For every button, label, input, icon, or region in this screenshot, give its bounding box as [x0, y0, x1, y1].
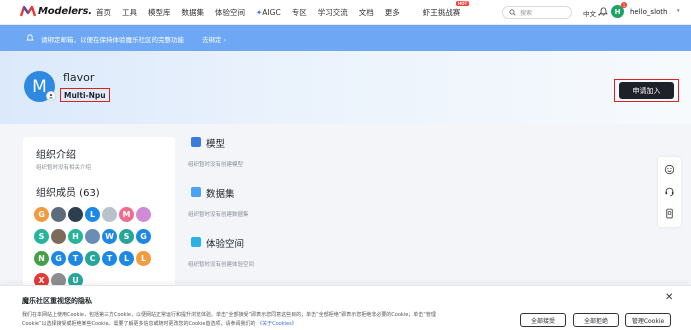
nav-aigc[interactable]: ✦AIGC: [256, 8, 281, 17]
user-icon: [48, 93, 54, 99]
nav-challenge[interactable]: 虾王挑战赛 HOT: [422, 1, 470, 18]
nav-challenge-label: 虾王挑战赛: [422, 8, 461, 17]
section-title: 模型: [206, 139, 226, 150]
nav-spaces[interactable]: 体验空间: [215, 7, 245, 18]
bell-icon[interactable]: [599, 7, 608, 16]
accept-all-button[interactable]: 全部接受: [520, 313, 566, 327]
member-avatar[interactable]: [68, 207, 83, 222]
member-avatar[interactable]: L: [85, 207, 100, 222]
bind-email-link[interactable]: 去绑定 ›: [202, 34, 226, 44]
org-header: M flavor Multi-Npu 申请加入: [0, 51, 691, 124]
notice-text: 请绑定邮箱，以便在保持体验魔乐社区的完整功能: [41, 36, 184, 44]
member-avatar[interactable]: [85, 229, 100, 244]
nav-datasets[interactable]: 数据集: [182, 7, 205, 18]
member-avatar[interactable]: H: [68, 229, 83, 244]
close-icon[interactable]: ✕: [665, 292, 673, 303]
nav-more[interactable]: 更多: [385, 7, 400, 18]
manage-cookie-button[interactable]: 管理Cookie: [625, 313, 671, 327]
member-avatar[interactable]: T: [102, 251, 117, 266]
cookie-text-line1: 我们在本网站上使用Cookie，包括第三方Cookie，以便网站正常运行和提升浏…: [22, 312, 436, 318]
search-icon: [509, 9, 516, 16]
space-icon: [191, 237, 201, 247]
reject-all-button[interactable]: 全部拒绝: [573, 313, 619, 327]
section-empty-text: 组织暂时没有创建数据集: [188, 212, 249, 218]
member-avatar[interactable]: M: [119, 207, 134, 222]
member-list: GLMSHWSGNGTCTLLXU: [34, 207, 169, 295]
members-title: 组织成员 (63): [36, 188, 100, 199]
member-avatar[interactable]: T: [68, 251, 83, 266]
top-navbar: Modelers. 首页 工具 模型库 数据集 体验空间 ✦AIGC 专区 学习…: [0, 0, 691, 25]
nav-home[interactable]: 首页: [96, 7, 111, 18]
section-title: 数据集: [206, 189, 235, 200]
nav-models[interactable]: 模型库: [148, 7, 171, 18]
nav-zone[interactable]: 专区: [292, 7, 307, 18]
org-badge-icon: [46, 91, 56, 101]
section-empty-text: 组织暂时没有创建模型: [188, 162, 244, 168]
org-tag: Multi-Npu: [60, 88, 110, 102]
headset-icon[interactable]: [664, 186, 675, 197]
member-avatar[interactable]: [51, 207, 66, 222]
member-avatar[interactable]: [102, 207, 117, 222]
logo-text: Modelers.: [38, 5, 92, 17]
nav-learning[interactable]: 学习交流: [318, 7, 348, 18]
member-avatar[interactable]: [136, 207, 151, 222]
nav-docs[interactable]: 文档: [359, 7, 374, 18]
section-title: 体验空间: [206, 239, 245, 250]
smile-icon[interactable]: [664, 164, 675, 175]
chevron-down-icon[interactable]: ▾: [677, 8, 680, 14]
nav-tools[interactable]: 工具: [122, 7, 137, 18]
modelers-logo-icon: [20, 5, 36, 17]
cookie-policy-link[interactable]: 《关于Cookies》: [257, 321, 297, 327]
member-avatar[interactable]: C: [85, 251, 100, 266]
cookie-text-line2-body: Cookie”以选择接受或拒绝某些Cookie。需要了解更多信息或随时更改您的C…: [22, 321, 256, 327]
member-avatar[interactable]: N: [34, 251, 49, 266]
notice-banner: 请绑定邮箱，以便在保持体验魔乐社区的完整功能 去绑定 ›: [0, 25, 691, 51]
intro-empty: 组织暂时没有相关介绍: [36, 165, 92, 171]
hot-badge: HOT: [455, 1, 470, 6]
search-input[interactable]: 搜索: [502, 6, 572, 19]
member-avatar[interactable]: L: [136, 251, 151, 266]
bell-outline-icon: [26, 34, 34, 41]
member-avatar[interactable]: G: [51, 251, 66, 266]
floating-toolbar: [658, 157, 681, 227]
username[interactable]: hello_sloth: [630, 8, 667, 16]
org-name: flavor: [63, 71, 95, 84]
nav-aigc-label: AIGC: [262, 8, 281, 17]
section-empty-text: 组织暂时没有创建体验空间: [188, 262, 255, 268]
member-avatar[interactable]: L: [119, 251, 134, 266]
member-avatar[interactable]: G: [136, 229, 151, 244]
model-icon: [191, 137, 201, 147]
logo[interactable]: Modelers.: [20, 5, 92, 17]
mobile-icon[interactable]: [664, 208, 675, 219]
org-intro-card: 组织介绍 组织暂时没有相关介绍 组织成员 (63) GLMSHWSGNGTCTL…: [23, 137, 175, 297]
member-avatar[interactable]: W: [102, 229, 117, 244]
language-switch[interactable]: 中文 ▾: [583, 8, 600, 18]
join-button[interactable]: 申请加入: [619, 82, 674, 99]
language-label: 中文: [583, 10, 596, 18]
notification-badge: 1: [621, 2, 627, 8]
member-avatar[interactable]: S: [34, 229, 49, 244]
dataset-icon: [191, 187, 201, 197]
cookie-text-line2: Cookie”以选择接受或拒绝某些Cookie。需要了解更多信息或随时更改您的C…: [22, 320, 297, 327]
search-placeholder: 搜索: [520, 10, 533, 17]
member-avatar[interactable]: S: [119, 229, 134, 244]
cookie-consent-bar: 魔乐社区重视您的隐私 我们在本网站上使用Cookie，包括第三方Cookie，以…: [0, 285, 691, 330]
main-nav: 首页 工具 模型库 数据集 体验空间 ✦AIGC 专区 学习交流 文档 更多 虾…: [96, 0, 471, 25]
member-avatar[interactable]: G: [34, 207, 49, 222]
member-avatar[interactable]: [51, 229, 66, 244]
cookie-title: 魔乐社区重视您的隐私: [22, 297, 92, 305]
intro-title: 组织介绍: [36, 150, 76, 161]
